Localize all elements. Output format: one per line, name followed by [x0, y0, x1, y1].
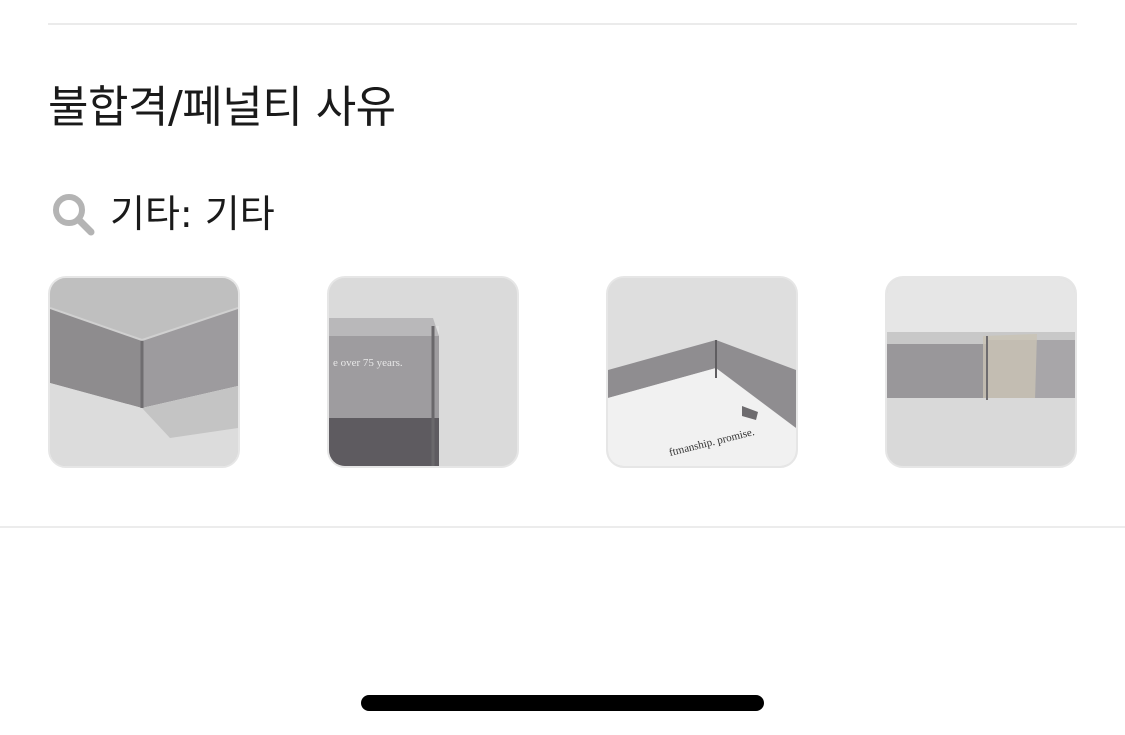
- search-icon: [50, 191, 96, 237]
- section-title: 불합격/페널티 사유: [48, 82, 396, 133]
- top-divider: [48, 23, 1077, 25]
- reason-row: 기타: 기타: [50, 188, 275, 240]
- reason-text: 기타: 기타: [110, 192, 275, 236]
- photo-2-overlay-text: e over 75 years.: [333, 357, 403, 369]
- bottom-divider: [0, 526, 1125, 528]
- photo-thumbnail-1[interactable]: [48, 276, 240, 468]
- penalty-reason-page: 불합격/페널티 사유 기타: 기타 e over 75 years. ftman…: [0, 0, 1125, 735]
- photo-thumbnail-4[interactable]: [885, 276, 1077, 468]
- photo-thumbnail-2[interactable]: e over 75 years.: [327, 276, 519, 468]
- photo-gallery: e over 75 years. ftmanship. promise.: [48, 276, 1077, 468]
- photo-thumbnail-3[interactable]: ftmanship. promise.: [606, 276, 798, 468]
- home-indicator[interactable]: [361, 695, 764, 711]
